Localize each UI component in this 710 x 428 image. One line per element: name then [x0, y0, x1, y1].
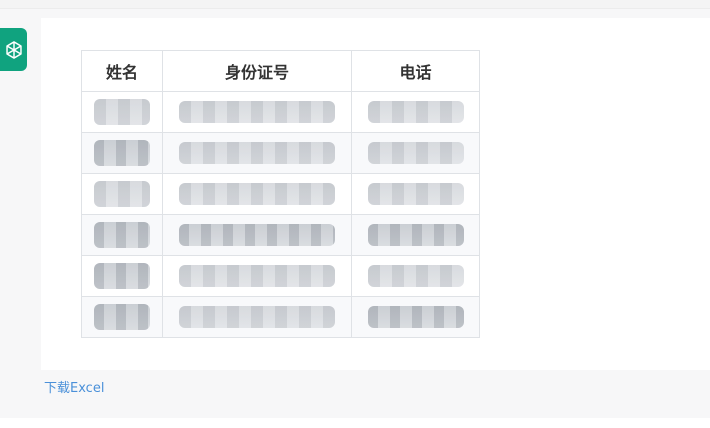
redacted-id-number — [179, 265, 335, 287]
redacted-id-number — [179, 306, 335, 328]
redacted-id-number — [179, 183, 335, 205]
cell-phone — [351, 255, 480, 297]
table-header-row: 姓名 身份证号 电话 — [81, 50, 480, 92]
redacted-name — [94, 222, 150, 248]
column-header-name: 姓名 — [81, 50, 163, 92]
redacted-phone — [367, 265, 464, 287]
cell-name — [81, 91, 163, 133]
table-row — [81, 132, 480, 174]
redacted-phone — [367, 306, 464, 328]
table-row — [81, 91, 480, 133]
cell-phone — [351, 91, 480, 133]
cell-id-number — [162, 214, 352, 256]
cell-id-number — [162, 255, 352, 297]
cell-phone — [351, 132, 480, 174]
redacted-phone — [367, 101, 464, 123]
download-excel-link[interactable]: 下载Excel — [44, 377, 104, 396]
table-row — [81, 296, 480, 338]
chatgpt-logo-icon — [5, 40, 22, 59]
cell-id-number — [162, 173, 352, 215]
assistant-message: 姓名 身份证号 电话 — [41, 18, 710, 370]
cell-id-number — [162, 296, 352, 338]
table-row — [81, 173, 480, 215]
cell-name — [81, 173, 163, 215]
redacted-name — [94, 304, 150, 330]
redacted-name — [94, 140, 150, 166]
redacted-id-number — [179, 101, 335, 123]
cell-name — [81, 296, 163, 338]
cell-phone — [351, 173, 480, 215]
cell-name — [81, 214, 163, 256]
redacted-name — [94, 263, 150, 289]
redacted-phone — [367, 224, 464, 246]
cell-name — [81, 132, 163, 174]
redacted-phone — [367, 142, 464, 164]
column-header-phone: 电话 — [351, 50, 480, 92]
cell-id-number — [162, 132, 352, 174]
cell-phone — [351, 214, 480, 256]
assistant-avatar — [0, 28, 27, 71]
cell-phone — [351, 296, 480, 338]
cell-id-number — [162, 91, 352, 133]
redacted-name — [94, 99, 150, 125]
data-table: 姓名 身份证号 电话 — [81, 50, 480, 338]
redacted-phone — [367, 183, 464, 205]
top-divider — [0, 0, 710, 9]
table-row — [81, 214, 480, 256]
table-row — [81, 255, 480, 297]
redacted-id-number — [179, 224, 335, 246]
redacted-id-number — [179, 142, 335, 164]
redacted-name — [94, 181, 150, 207]
cell-name — [81, 255, 163, 297]
column-header-id-number: 身份证号 — [162, 50, 352, 92]
